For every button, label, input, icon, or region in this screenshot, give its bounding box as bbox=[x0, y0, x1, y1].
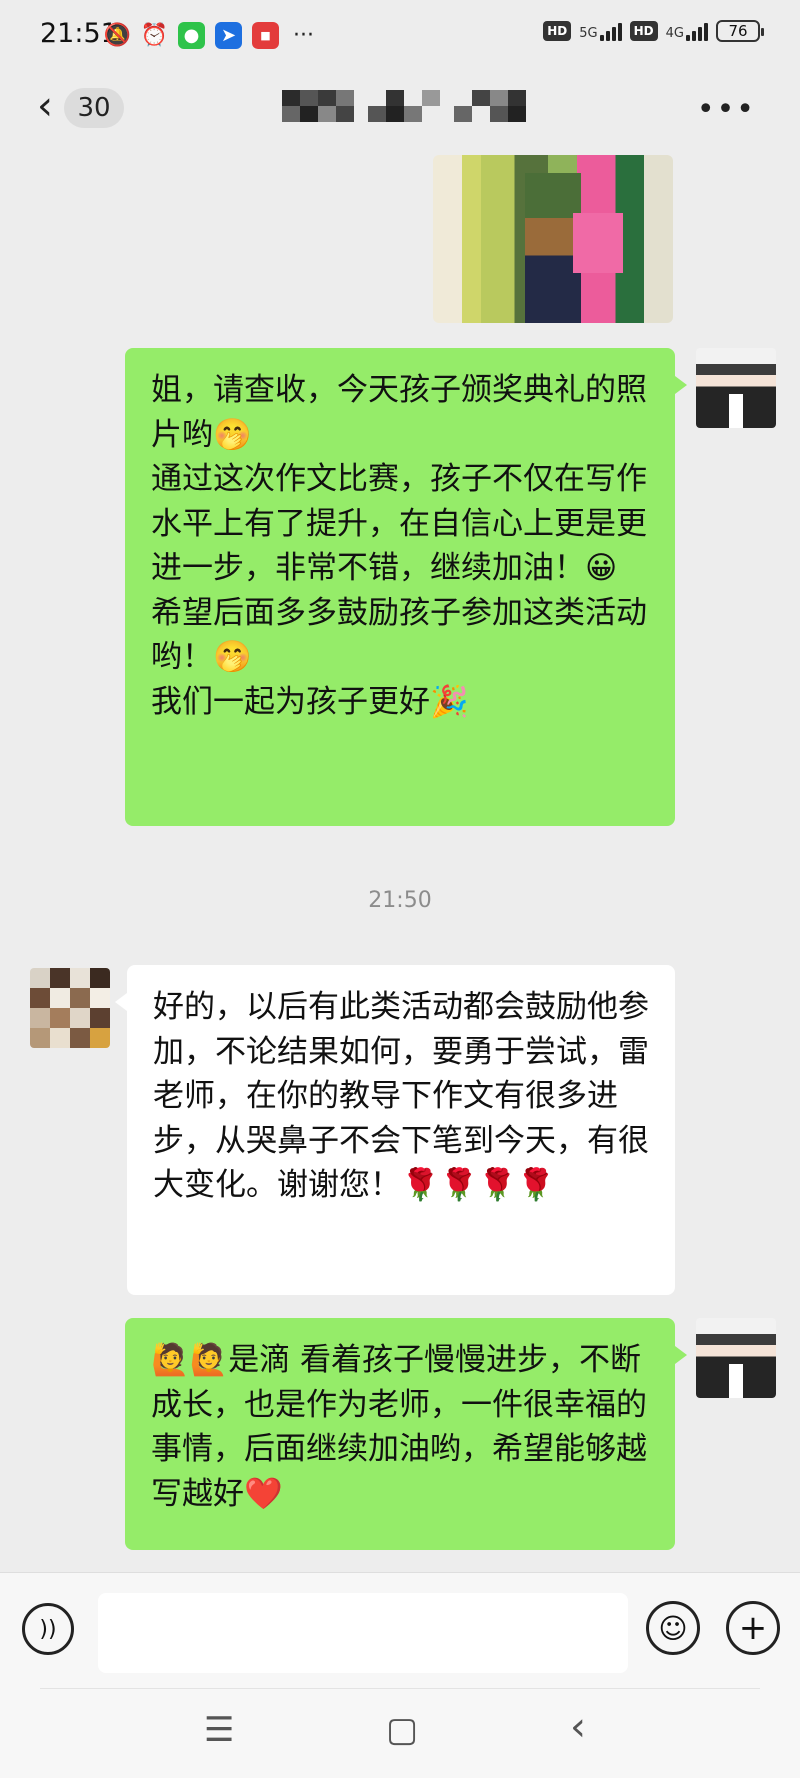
battery-level: 76 bbox=[728, 22, 748, 40]
message-bubble[interactable]: 🙋🙋是滴 看着孩子慢慢进步，不断成长，也是作为老师，一件很幸福的事情，后面继续加… bbox=[125, 1318, 687, 1550]
message-input-bar: )) ☺ + bbox=[0, 1572, 800, 1689]
message-line: 希望后面多多鼓励孩子参加这类活动哟！🤭 bbox=[151, 594, 647, 676]
hd-icon: HD bbox=[543, 21, 572, 41]
back-nav-icon[interactable]: ‹ bbox=[570, 1704, 586, 1750]
app-icon-blue: ➤ bbox=[215, 21, 242, 49]
message-line: 我们一起为孩子更好🎉 bbox=[151, 683, 469, 720]
more-notifications-icon: ··· bbox=[293, 22, 314, 48]
chat-title-pixelated bbox=[282, 90, 526, 122]
system-navigation-bar: ☰ ▢ ‹ bbox=[0, 1688, 800, 1778]
message-line: 姐，请查收，今天孩子颁奖典礼的照片哟🤭 bbox=[151, 372, 647, 453]
more-options-icon[interactable]: ••• bbox=[697, 92, 756, 127]
message-text: 好的，以后有此类活动都会鼓励他参加，不论结果如何，要勇于尝试，雷老师，在你的教导… bbox=[153, 989, 649, 1203]
signal-5g: 5G bbox=[579, 21, 622, 41]
status-notification-icons: 🔕 ⏰ ● ➤ ■ ··· bbox=[104, 20, 314, 50]
avatar-parent[interactable] bbox=[30, 968, 110, 1048]
hd-icon-2: HD bbox=[629, 21, 658, 41]
chat-header: ‹ 30 ••• bbox=[0, 72, 800, 160]
app-icon-red: ■ bbox=[252, 21, 279, 49]
home-icon[interactable]: ▢ bbox=[386, 1710, 418, 1750]
divider bbox=[40, 1688, 760, 1689]
message-input[interactable] bbox=[98, 1593, 628, 1673]
message-timestamp: 21:50 bbox=[368, 888, 432, 913]
signal-4g: 4G bbox=[666, 21, 708, 41]
battery-icon: 76 bbox=[716, 20, 764, 42]
network-label-4g: 4G bbox=[665, 26, 684, 41]
message-bubble[interactable]: 好的，以后有此类活动都会鼓励他参加，不论结果如何，要勇于尝试，雷老师，在你的教导… bbox=[115, 965, 675, 1295]
alarm-icon: ⏰ bbox=[140, 22, 169, 48]
signal-bars-icon-2 bbox=[686, 21, 708, 41]
status-bar: 21:51 🔕 ⏰ ● ➤ ■ ··· HD 5G HD 4G 76 bbox=[0, 0, 800, 72]
mosaic-block-1 bbox=[282, 90, 354, 122]
photo-message[interactable] bbox=[433, 155, 673, 323]
status-right: HD 5G HD 4G 76 bbox=[543, 20, 764, 42]
message-text: 🙋🙋是滴 看着孩子慢慢进步，不断成长，也是作为老师，一件很幸福的事情，后面继续加… bbox=[151, 1342, 647, 1512]
message-bubble[interactable]: 姐，请查收，今天孩子颁奖典礼的照片哟🤭 通过这次作文比赛，孩子不仅在写作水平上有… bbox=[125, 348, 687, 826]
message-line: 通过这次作文比赛，孩子不仅在写作水平上有了提升，在自信心上更是更进一步，非常不错… bbox=[151, 461, 647, 586]
mosaic-block-3 bbox=[454, 90, 526, 122]
menu-icon[interactable]: ☰ bbox=[204, 1710, 234, 1750]
wechat-icon: ● bbox=[178, 21, 205, 49]
back-arrow-icon[interactable]: ‹ bbox=[30, 83, 60, 129]
chat-messages[interactable]: 姐，请查收，今天孩子颁奖典礼的照片哟🤭 通过这次作文比赛，孩子不仅在写作水平上有… bbox=[0, 150, 800, 1570]
plus-icon[interactable]: + bbox=[726, 1601, 780, 1655]
voice-icon[interactable]: )) bbox=[22, 1603, 74, 1655]
avatar-teacher[interactable] bbox=[696, 348, 776, 428]
mosaic-block-2 bbox=[368, 90, 440, 122]
network-label-5g: 5G bbox=[579, 26, 598, 41]
signal-bars-icon bbox=[599, 21, 622, 41]
mute-icon: 🔕 bbox=[103, 22, 132, 48]
unread-count-badge[interactable]: 30 bbox=[64, 88, 124, 128]
photo-award-board bbox=[573, 213, 623, 273]
avatar-teacher[interactable] bbox=[696, 1318, 776, 1398]
emoji-icon[interactable]: ☺ bbox=[646, 1601, 700, 1655]
